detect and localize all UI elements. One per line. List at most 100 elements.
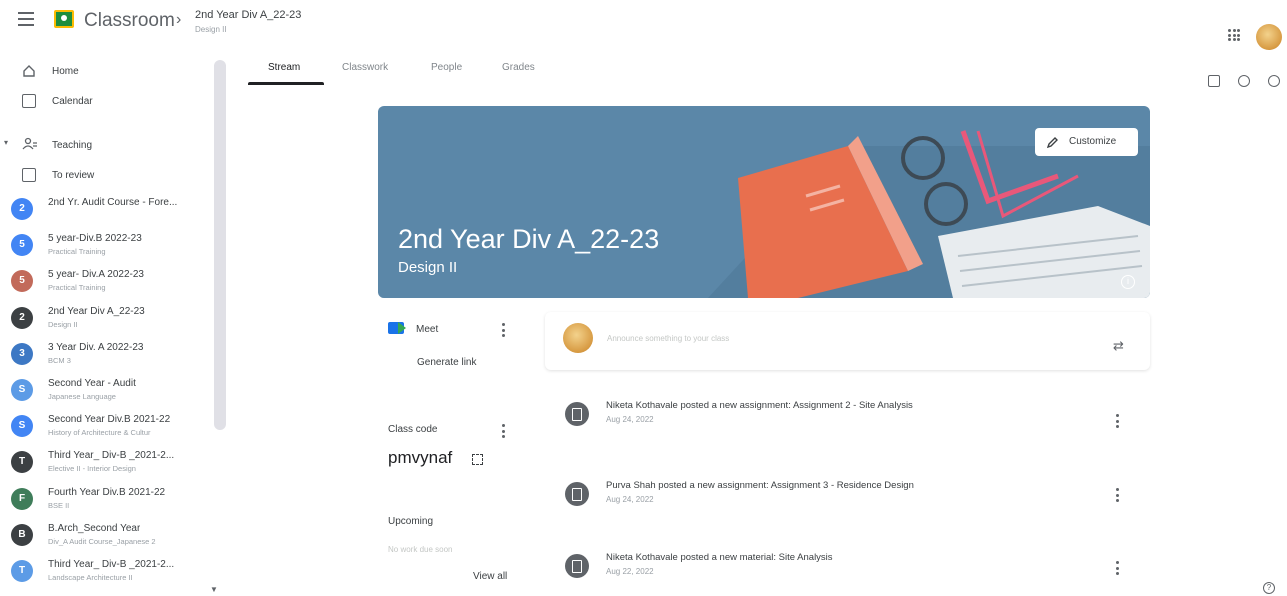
sidebar-item-calendar[interactable]: Calendar [0,88,215,118]
class-banner: 2nd Year Div A_22-23 Design II Customize… [378,106,1150,298]
post-more-options-icon[interactable] [1116,488,1120,502]
sidebar: Home Calendar ▾ Teaching To review 2 2nd … [0,50,230,596]
sidebar-course-item[interactable]: B B.Arch_Second Year Div_A Audit Course_Ja… [0,521,215,557]
post-more-options-icon[interactable] [1116,414,1120,428]
post-title[interactable]: Purva Shah posted a new assignment: Assi… [606,480,914,491]
course-name: Third Year_ Div-B _2021-2... [48,559,175,570]
sidebar-course-item[interactable]: 5 5 year-Div.B 2022-23 Practical Training [0,231,215,267]
post-title[interactable]: Niketa Kothavale posted a new material: … [606,552,833,563]
sidebar-course-item[interactable]: 2 2nd Year Div A_22-23 Design II [0,304,215,340]
google-apps-icon[interactable] [1228,29,1240,41]
class-info-icon[interactable]: i [1121,275,1135,289]
announcement-composer[interactable]: Announce something to your class ⇄ [545,312,1150,370]
generate-link-button[interactable]: Generate link [417,357,476,368]
pencil-icon [1047,137,1058,148]
review-icon [22,168,36,182]
people-icon [22,137,37,150]
course-section: Practical Training [48,283,106,293]
course-avatar: F [11,487,33,510]
class-code-more-options-icon[interactable] [502,424,506,438]
class-code-label: Class code [388,424,438,435]
meet-more-options-icon[interactable] [502,323,506,337]
active-tab-indicator [248,82,324,85]
course-section: Practical Training [48,247,106,257]
account-avatar[interactable] [1256,24,1282,50]
display-class-code-icon[interactable] [472,454,483,465]
course-avatar: S [11,379,33,401]
app-title[interactable]: Classroom [84,10,175,32]
course-avatar: 3 [11,342,33,365]
stream-post[interactable]: Niketa Kothavale posted a new material: … [545,546,1150,596]
sidebar-item-label: To review [52,170,95,181]
breadcrumb-separator: › [176,11,182,28]
tab-stream[interactable]: Stream [268,62,300,73]
sidebar-course-item[interactable]: S Second Year - Audit Japanese Language [0,376,215,412]
course-name: 2nd Yr. Audit Course - Fore... [48,197,178,208]
course-section: Japanese Language [48,392,116,401]
post-more-options-icon[interactable] [1116,561,1120,575]
tab-classwork[interactable]: Classwork [342,62,388,73]
course-avatar: 2 [11,306,33,329]
banner-class-subtitle: Design II [398,259,458,276]
post-date: Aug 24, 2022 [606,415,654,424]
avatar [563,323,593,353]
course-avatar: S [11,415,33,438]
sidebar-item-home[interactable]: Home [0,58,215,88]
course-name: 5 year-Div.B 2022-23 [48,233,142,245]
sidebar-item-to-review[interactable]: To review [0,162,215,192]
course-name: Second Year Div.B 2021-22 [48,414,171,426]
scroll-down-arrow-icon[interactable]: ▼ [210,585,218,594]
course-section: Elective II - Interior Design [48,464,136,474]
sidebar-course-item[interactable]: 5 5 year- Div.A 2022-23 Practical Training [0,267,215,303]
course-name: 2nd Year Div A_22-23 [48,305,145,317]
sidebar-course-item[interactable]: T Third Year_ Div-B _2021-2... Landscape A… [0,557,215,593]
customize-label: Customize [1069,136,1117,147]
expand-caret-icon[interactable]: ▾ [4,138,8,147]
calendar-icon [22,94,36,108]
tab-people[interactable]: People [431,62,462,73]
upcoming-empty-text: No work due soon [388,545,453,554]
course-section: BCM 3 [48,355,71,365]
customize-button[interactable]: Customize [1035,128,1138,156]
upcoming-label: Upcoming [388,516,434,527]
stream-post[interactable]: Niketa Kothavale posted a new assignment… [545,394,1150,448]
breadcrumb-class-title[interactable]: 2nd Year Div A_22-23 [195,9,301,21]
sidebar-item-teaching[interactable]: ▾ Teaching [0,132,215,162]
sidebar-item-label: Calendar [52,96,93,107]
announce-placeholder[interactable]: Announce something to your class [607,334,729,343]
course-name: Third Year_ Div-B _2021-2... [48,450,175,462]
course-section: BSE II [48,500,70,510]
assignment-icon [565,402,589,426]
sidebar-course-item[interactable]: T Third Year_ Div-B _2021-2... Elective II… [0,448,215,484]
course-name: B.Arch_Second Year [48,522,141,534]
course-avatar: 5 [11,270,33,293]
post-title[interactable]: Niketa Kothavale posted a new assignment… [606,400,913,411]
post-date: Aug 22, 2022 [606,567,654,576]
drive-folder-icon[interactable] [1238,75,1250,87]
sidebar-course-item[interactable]: S Second Year Div.B 2021-22 History of Arc… [0,412,215,448]
course-avatar: 5 [11,234,33,257]
classroom-logo-icon[interactable] [54,10,74,28]
help-icon[interactable]: ? [1263,582,1275,594]
repost-icon[interactable]: ⇄ [1113,338,1124,354]
home-icon [23,65,35,77]
view-all-link[interactable]: View all [473,571,507,582]
top-app-bar: Classroom › 2nd Year Div A_22-23 Design … [0,0,1287,50]
tab-grades[interactable]: Grades [502,62,535,73]
course-section: Div_A Audit Course_Japanese 2 [48,536,156,546]
sidebar-scrollbar[interactable] [214,60,226,430]
sidebar-course-item[interactable]: 3 3 Year Div. A 2022-23 BCM 3 [0,340,215,376]
main-menu-icon[interactable] [18,12,34,26]
course-section: Design II [48,319,78,329]
meet-icon [388,322,406,334]
sidebar-course-item[interactable]: F Fourth Year Div.B 2021-22 BSE II [0,485,215,521]
banner-class-title: 2nd Year Div A_22-23 [398,224,660,254]
course-name: Second Year - Audit [48,378,136,389]
settings-gear-icon[interactable] [1268,75,1280,87]
course-name: Fourth Year Div.B 2021-22 [48,486,166,498]
sidebar-course-item[interactable]: 2 2nd Yr. Audit Course - Fore... [0,195,215,231]
calendar-icon[interactable] [1208,75,1220,87]
material-icon [565,554,589,578]
class-code-value: pmvynaf [388,448,453,467]
stream-post[interactable]: Purva Shah posted a new assignment: Assi… [545,474,1150,528]
